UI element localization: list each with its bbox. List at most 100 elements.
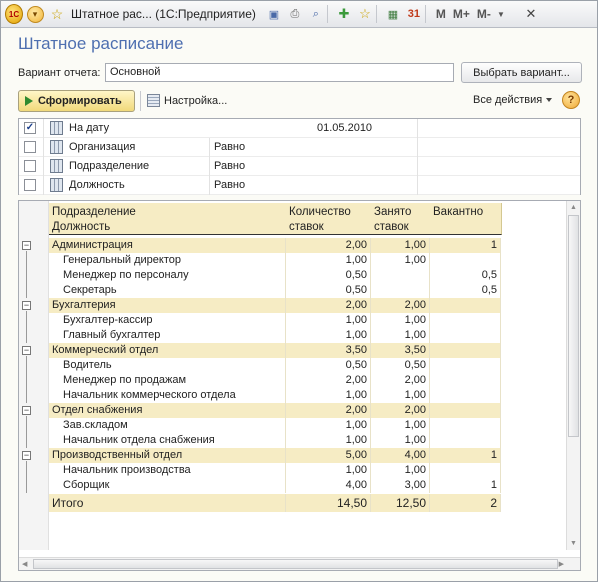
calendar-icon[interactable]: 31	[406, 6, 422, 22]
chevron-down-icon	[546, 98, 553, 102]
cell-qty: 4,00	[286, 478, 371, 493]
total-label: Итого	[49, 494, 286, 512]
scroll-right-icon[interactable]: ▶	[559, 560, 564, 568]
cell-qty: 2,00	[286, 373, 371, 388]
header-name: Подразделение Должность	[49, 203, 287, 235]
filter-name: Подразделение	[69, 160, 150, 172]
scroll-left-icon[interactable]: ◀	[22, 560, 27, 568]
horizontal-scroll-thumb[interactable]	[33, 559, 558, 569]
filter-value[interactable]: 01.05.2010	[317, 122, 372, 134]
cell-name: Начальник отдела снабжения	[49, 433, 286, 448]
filter-field-icon	[50, 159, 63, 173]
star-icon[interactable]: ☆	[49, 6, 65, 22]
cell-vacant	[430, 388, 501, 403]
print-icon[interactable]: ⎙	[287, 6, 303, 22]
memory-plus-button[interactable]: M+	[453, 7, 470, 21]
filter-row: Подразделение Равно	[19, 157, 580, 176]
total-vacant: 2	[430, 494, 501, 512]
header-occupied-line1: Занято	[374, 206, 412, 218]
chevron-down-icon[interactable]: ▼	[493, 6, 509, 22]
cell-vacant	[430, 298, 501, 313]
vertical-scroll-thumb[interactable]	[568, 215, 579, 437]
header-vacant-label: Вакантно	[433, 206, 484, 218]
cell-name: Зав.складом	[49, 418, 286, 433]
cell-qty: 1,00	[286, 253, 371, 268]
cell-qty: 0,50	[286, 283, 371, 298]
cell-vacant	[430, 253, 501, 268]
filter-condition[interactable]: Равно	[214, 179, 245, 191]
help-button[interactable]: ?	[562, 91, 580, 109]
report-spreadsheet[interactable]: Подразделение Должность Количество ставо…	[18, 200, 581, 571]
scroll-down-icon[interactable]: ▼	[570, 540, 577, 547]
collapse-group-icon[interactable]: −	[22, 406, 31, 415]
collapse-group-icon[interactable]: −	[22, 451, 31, 460]
column-divider	[43, 119, 44, 138]
filter-condition[interactable]: Равно	[214, 141, 245, 153]
memory-m-button[interactable]: M	[436, 7, 446, 21]
app-logo-icon[interactable]: 1С	[5, 4, 23, 24]
column-divider	[43, 157, 44, 176]
command-separator	[140, 91, 141, 111]
cell-qty: 2,00	[286, 403, 371, 418]
header-qty: Количество ставок	[286, 203, 372, 235]
report-window: 1С ▾ ☆ Штатное рас... (1С:Предприятие) ▣…	[0, 0, 598, 582]
filter-checkbox[interactable]	[24, 141, 36, 153]
group-line	[26, 311, 27, 343]
settings-button-label: Настройка...	[164, 94, 228, 107]
column-divider	[417, 157, 418, 176]
toolbar-separator	[375, 5, 377, 23]
cell-vacant: 1	[430, 448, 501, 463]
group-line	[26, 416, 27, 448]
choose-variant-button[interactable]: Выбрать вариант...	[461, 62, 582, 83]
cell-vacant	[430, 418, 501, 433]
collapse-group-icon[interactable]: −	[22, 346, 31, 355]
settings-button[interactable]: Настройка...	[147, 94, 227, 107]
collapse-group-icon[interactable]: −	[22, 241, 31, 250]
cell-occupied: 2,00	[371, 373, 430, 388]
cell-occupied: 1,00	[371, 418, 430, 433]
header-subdivision: Подразделение	[52, 206, 136, 218]
collapse-group-icon[interactable]: −	[22, 301, 31, 310]
total-occupied: 12,50	[371, 494, 430, 512]
cell-qty: 1,00	[286, 313, 371, 328]
group-line	[26, 251, 27, 298]
cell-name: Менеджер по продажам	[49, 373, 286, 388]
generate-button[interactable]: Сформировать	[18, 90, 135, 112]
favorite-add-icon[interactable]: ✚	[336, 6, 352, 22]
preview-icon[interactable]: ⌕	[308, 6, 324, 22]
cell-vacant	[430, 403, 501, 418]
cell-occupied: 1,00	[371, 433, 430, 448]
close-icon[interactable]: ✕	[523, 6, 539, 22]
filter-name: Организация	[69, 141, 136, 153]
cell-vacant	[430, 358, 501, 373]
cell-name: Начальник производства	[49, 463, 286, 478]
main-menu-button[interactable]: ▾	[26, 5, 44, 23]
cell-name: Менеджер по персоналу	[49, 268, 286, 283]
filter-checkbox[interactable]	[24, 160, 36, 172]
memory-minus-button[interactable]: M-	[477, 7, 491, 21]
horizontal-scrollbar[interactable]: ◀ ▶	[19, 557, 580, 570]
header-vacant: Вакантно	[430, 203, 502, 235]
filter-condition[interactable]: Равно	[214, 160, 245, 172]
all-actions-button[interactable]: Все действия	[473, 94, 553, 106]
cell-occupied: 1,00	[371, 328, 430, 343]
generate-button-label: Сформировать	[38, 95, 122, 107]
filter-field-icon	[50, 178, 63, 192]
cell-name: Секретарь	[49, 283, 286, 298]
variant-input[interactable]: Основной	[105, 63, 454, 82]
filter-name: Должность	[69, 179, 125, 191]
filter-checkbox[interactable]	[24, 179, 36, 191]
vertical-scrollbar[interactable]: ▲ ▼	[566, 201, 580, 550]
cell-name: Производственный отдел	[49, 448, 286, 463]
column-divider	[417, 176, 418, 195]
cell-occupied: 1,00	[371, 253, 430, 268]
filter-row: Организация Равно	[19, 138, 580, 157]
scroll-up-icon[interactable]: ▲	[570, 204, 577, 211]
cell-qty: 1,00	[286, 388, 371, 403]
calculator-icon[interactable]: ▦	[385, 6, 401, 22]
save-icon[interactable]: ▣	[266, 6, 282, 22]
bookmark-icon[interactable]: ☆	[357, 6, 373, 22]
filter-checkbox[interactable]: ✓	[24, 122, 36, 134]
app-logo-label: 1С	[5, 4, 23, 24]
cell-occupied: 1,00	[371, 388, 430, 403]
